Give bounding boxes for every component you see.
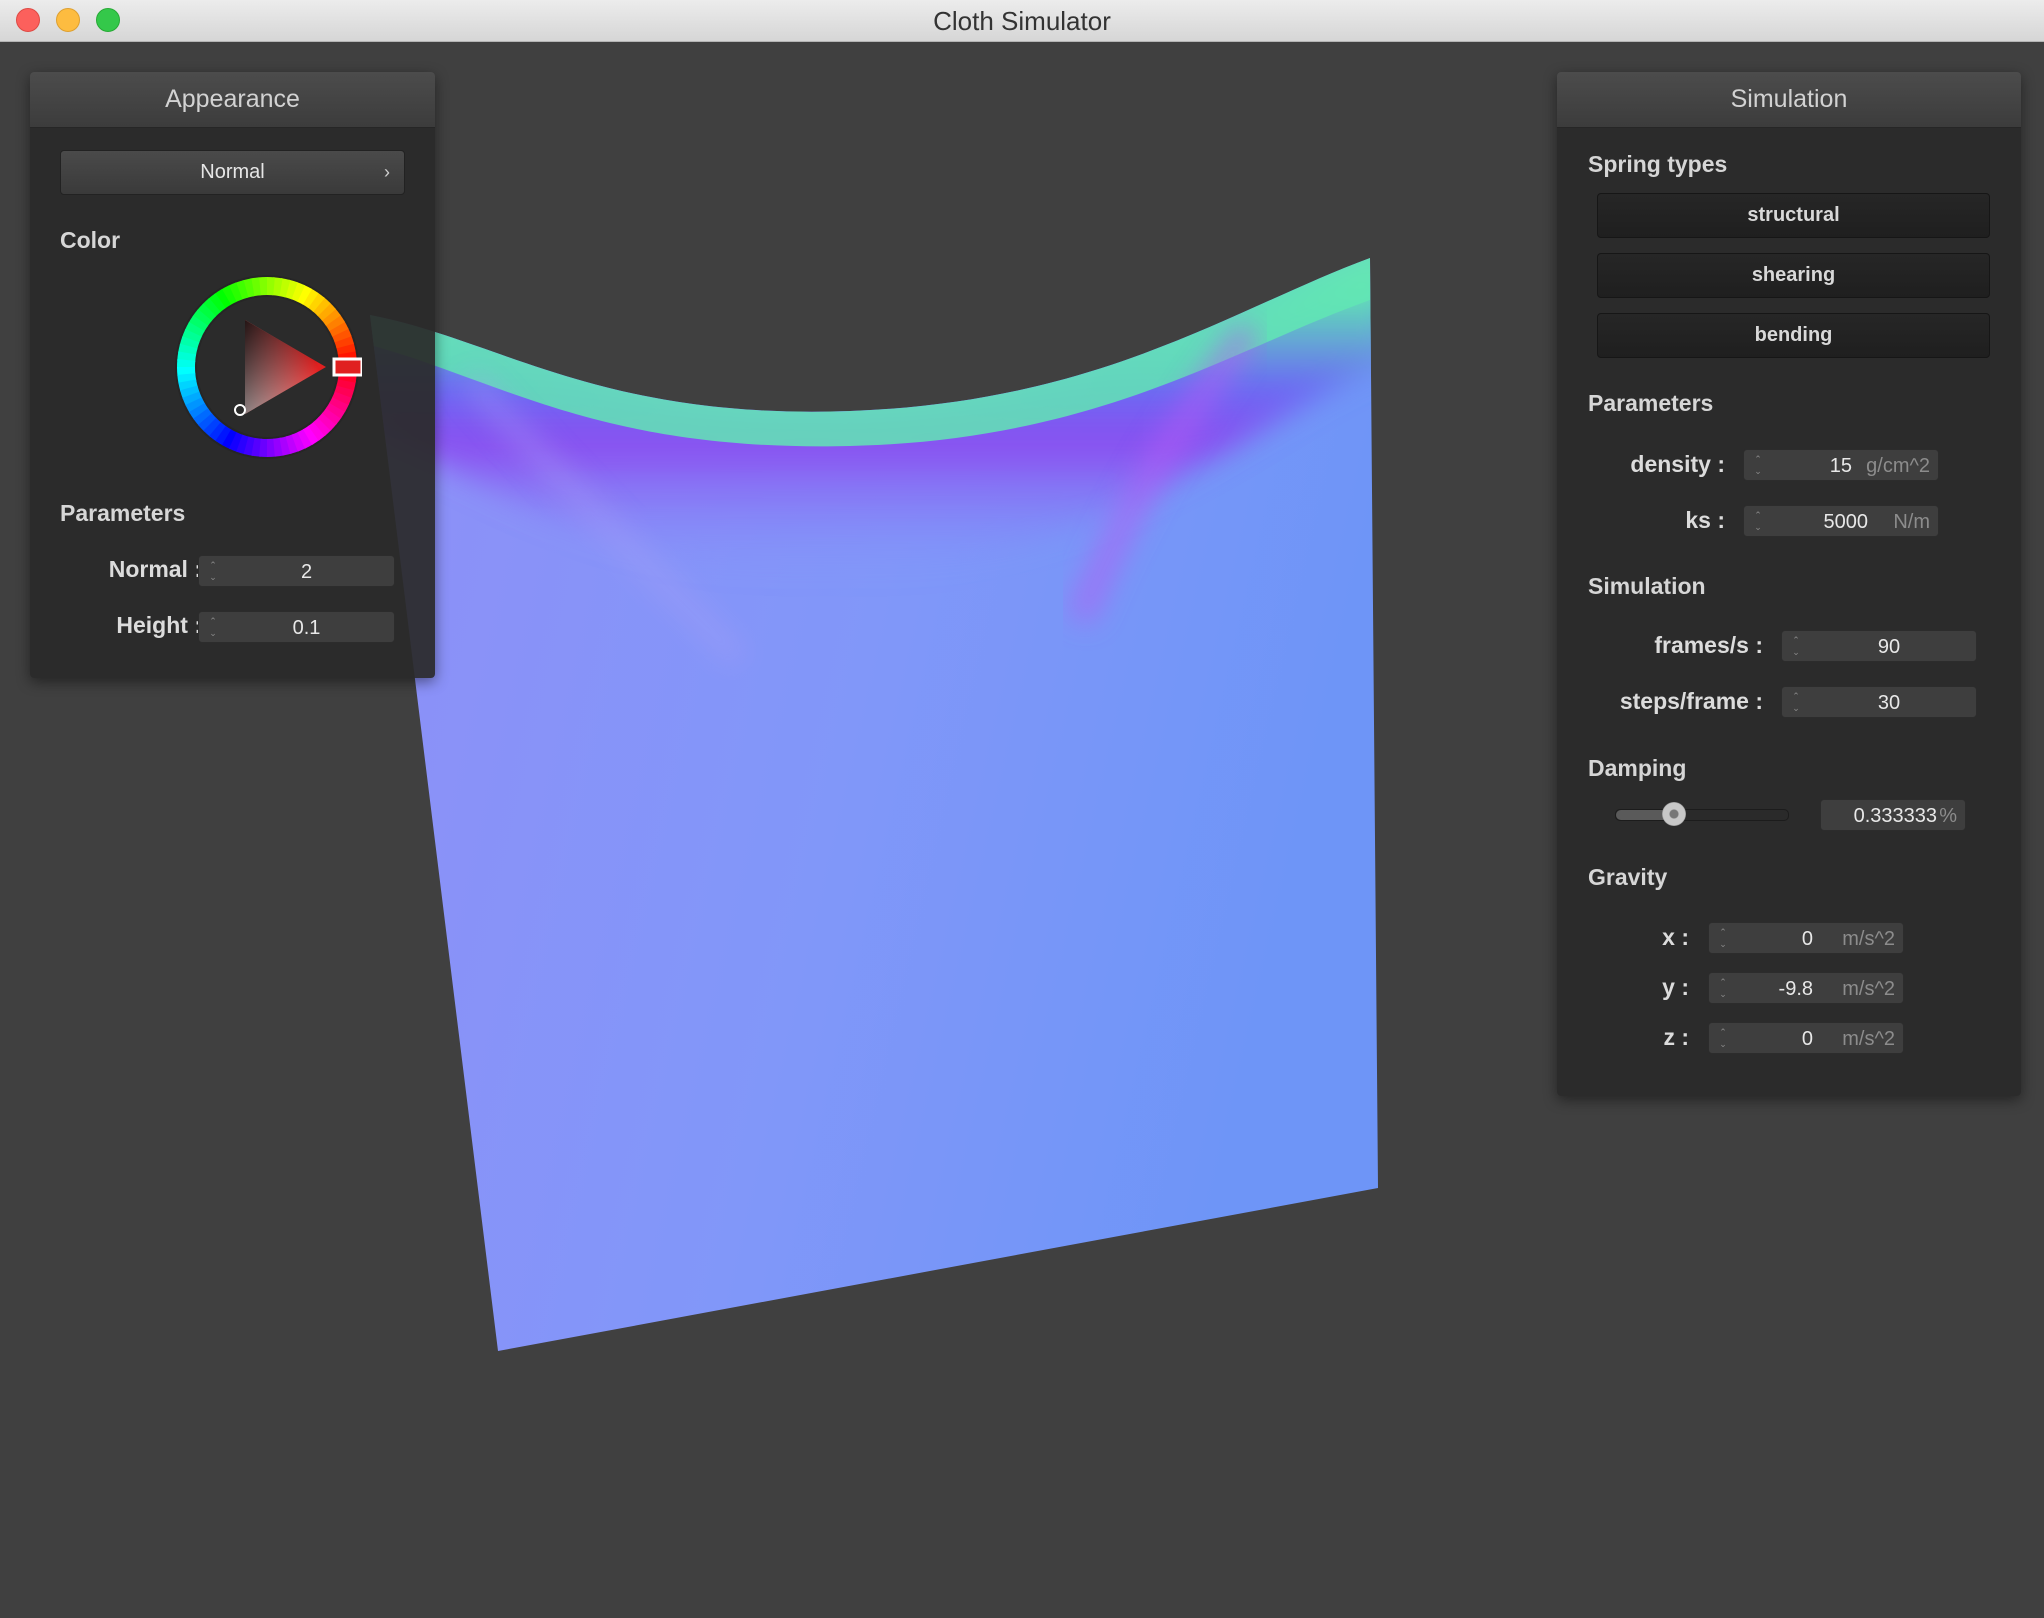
ks-label: ks : [1685,507,1725,533]
gravity-x-label: x : [1662,924,1689,950]
gravity-y-input[interactable]: ⌃ ⌄ -9.8 m/s^2 [1708,972,1904,1004]
spinner-arrows-icon[interactable]: ⌃ ⌄ [1790,634,1802,658]
window-title: Cloth Simulator [933,6,1111,36]
ks-unit: N/m [1893,511,1930,533]
shader-dropdown-value: Normal [200,161,265,183]
color-wheel[interactable] [172,272,362,462]
density-label: density : [1630,451,1725,477]
gravity-z-unit: m/s^2 [1842,1028,1895,1050]
shearing-toggle-button[interactable]: shearing [1597,253,1990,298]
bending-toggle-button[interactable]: bending [1597,313,1990,358]
appearance-panel: Appearance Normal › Color Parameters Nor… [30,72,435,678]
height-input[interactable]: ⌃ ⌄ 0.1 [198,611,395,643]
damping-slider[interactable] [1615,802,1789,826]
gravity-z-label: z : [1663,1024,1689,1050]
hue-picker-handle[interactable] [332,357,362,377]
chevron-right-icon: › [384,162,390,182]
normal-label: Normal : [108,556,202,582]
color-section-label: Color [60,227,121,253]
fps-label: frames/s : [1654,632,1763,658]
spinner-arrows-icon[interactable]: ⌃ ⌄ [1752,509,1764,533]
shader-dropdown[interactable]: Normal › [60,150,405,195]
steps-input[interactable]: ⌃ ⌄ 30 [1781,686,1977,718]
gravity-y-unit: m/s^2 [1842,978,1895,1000]
normal-input[interactable]: ⌃ ⌄ 2 [198,555,395,587]
density-unit: g/cm^2 [1866,455,1930,477]
simulation-panel-title[interactable]: Simulation [1557,72,2021,128]
color-picker-handle[interactable] [234,404,246,416]
spinner-arrows-icon[interactable]: ⌃ ⌄ [1717,1026,1729,1050]
gravity-x-unit: m/s^2 [1842,928,1895,950]
spinner-arrows-icon[interactable]: ⌃ ⌄ [207,615,219,639]
gravity-x-input[interactable]: ⌃ ⌄ 0 m/s^2 [1708,922,1904,954]
gravity-z-input[interactable]: ⌃ ⌄ 0 m/s^2 [1708,1022,1904,1054]
steps-label: steps/frame : [1619,688,1763,714]
simulation-panel: Simulation Spring types structural shear… [1557,72,2021,1096]
spring-types-label: Spring types [1588,151,1728,177]
sim-section-label: Simulation [1588,573,1706,599]
ks-input[interactable]: ⌃ ⌄ 5000 N/m [1743,505,1939,537]
appearance-params-label: Parameters [60,500,186,526]
title-bar: Cloth Simulator [0,0,2044,42]
fps-input[interactable]: ⌃ ⌄ 90 [1781,630,1977,662]
sim-params-label: Parameters [1588,390,1714,416]
density-input[interactable]: ⌃ ⌄ 15 g/cm^2 [1743,449,1939,481]
structural-toggle-button[interactable]: structural [1597,193,1990,238]
spinner-arrows-icon[interactable]: ⌃ ⌄ [207,559,219,583]
spinner-arrows-icon[interactable]: ⌃ ⌄ [1717,976,1729,1000]
damping-label: Damping [1588,755,1687,781]
spinner-arrows-icon[interactable]: ⌃ ⌄ [1790,690,1802,714]
gravity-label: Gravity [1588,864,1668,890]
spinner-arrows-icon[interactable]: ⌃ ⌄ [1717,926,1729,950]
damping-unit: % [1939,805,1957,827]
spinner-arrows-icon[interactable]: ⌃ ⌄ [1752,453,1764,477]
height-label: Height : [116,612,202,638]
gravity-y-label: y : [1662,974,1689,1000]
damping-slider-knob[interactable] [1661,802,1686,826]
appearance-panel-title[interactable]: Appearance [30,72,435,128]
damping-input[interactable]: 0.333333 % [1820,799,1966,831]
